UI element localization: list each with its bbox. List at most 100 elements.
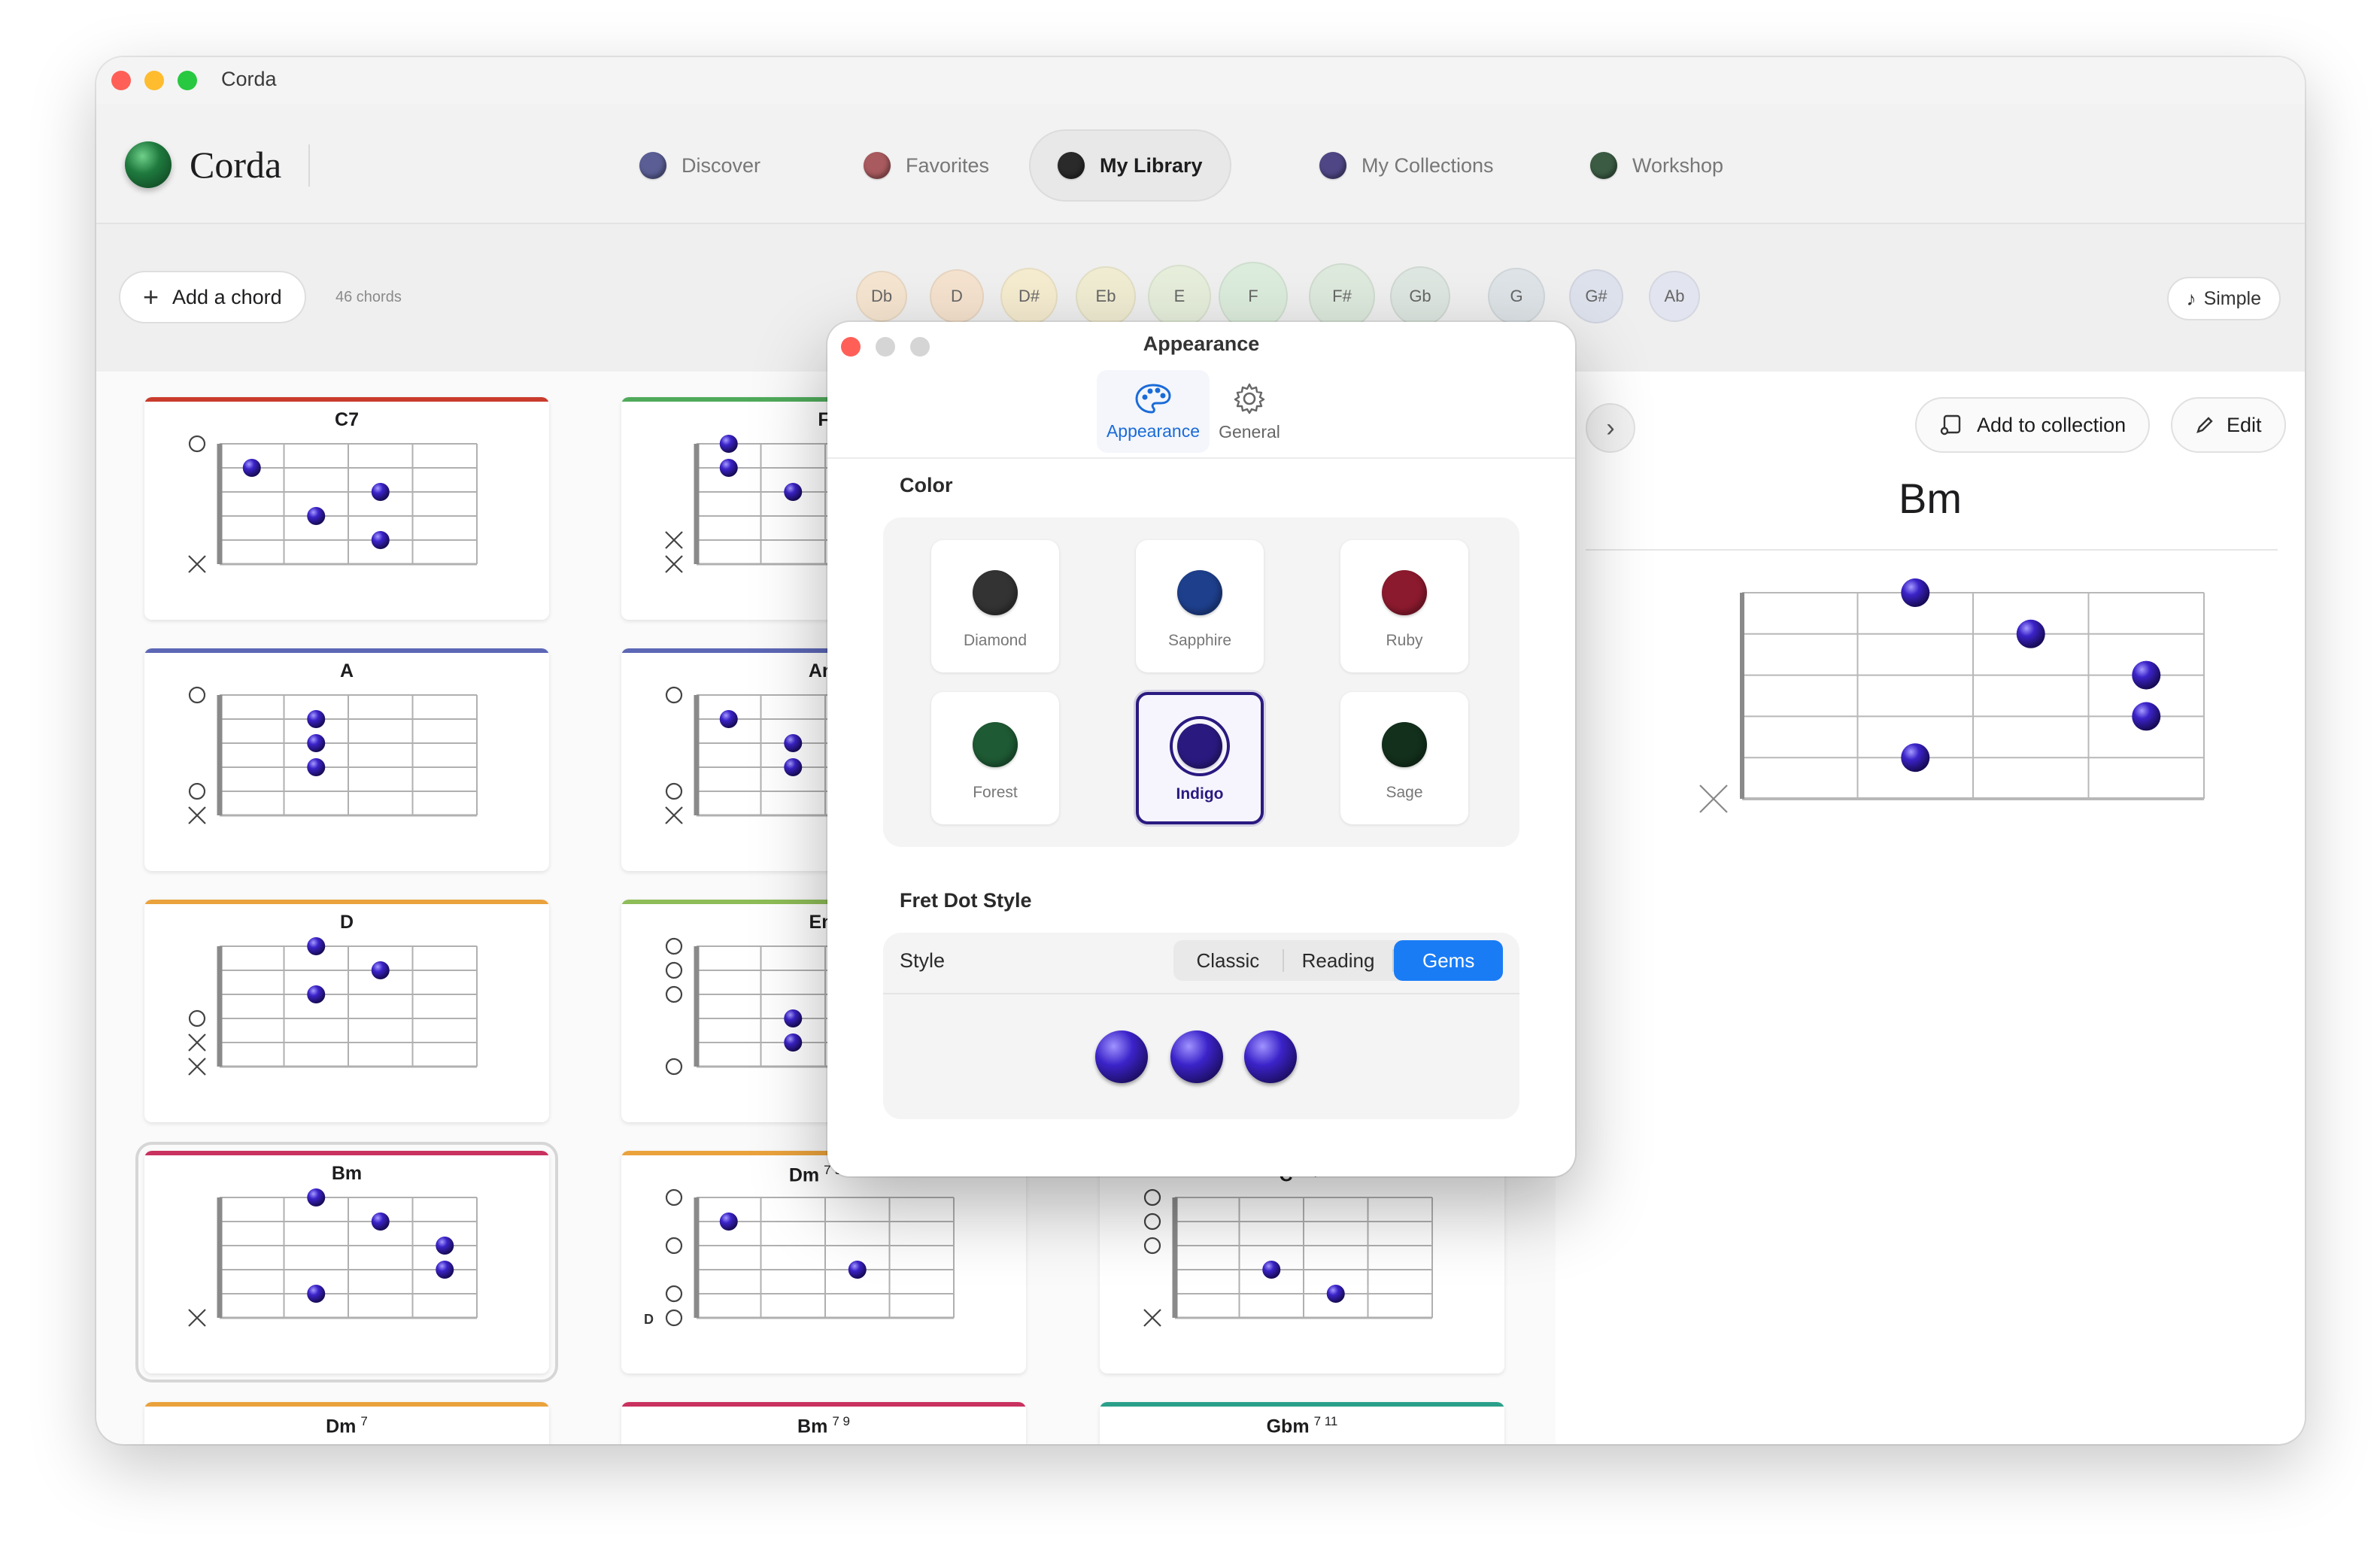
zoom-window-button[interactable] (178, 71, 197, 90)
chord-card[interactable]: Dm7 9 11D (621, 1151, 1026, 1373)
fret-dot (1901, 578, 1930, 607)
chord-card[interactable]: Bm (135, 1142, 558, 1382)
muted-string-marker (1699, 785, 1728, 813)
fret-dot (307, 985, 326, 1003)
key-filter-db[interactable]: Db (856, 271, 907, 322)
chord-diagram (188, 435, 478, 573)
close-window-button[interactable] (111, 71, 131, 90)
style-option-classic[interactable]: Classic (1173, 940, 1283, 981)
chord-card[interactable]: C7 (144, 397, 549, 620)
nav-label: My Collections (1362, 153, 1494, 177)
app-name: Corda (190, 144, 282, 186)
fret-dot (784, 1033, 803, 1052)
color-swatch-sage[interactable]: Sage (1340, 692, 1468, 824)
open-string-marker (1143, 1188, 1161, 1206)
muted-string-marker (665, 806, 683, 824)
chord-card-title: Gbm 7 11 (1100, 1414, 1504, 1437)
chord-diagram (188, 686, 478, 824)
window-title: Corda (221, 68, 277, 90)
key-filter-gb[interactable]: Gb (1390, 266, 1450, 326)
appearance-dialog: Appearance Appearance General Color Diam… (827, 322, 1575, 1176)
header-divider (308, 144, 310, 187)
chord-card[interactable]: D (144, 900, 549, 1122)
chord-card-title: Bm 7 9 (621, 1414, 1026, 1437)
edit-button[interactable]: Edit (2171, 397, 2286, 453)
open-string-marker (665, 1309, 683, 1327)
simple-mode-button[interactable]: ♪ Simple (2166, 277, 2281, 320)
fret-dot (784, 758, 803, 776)
key-filter-g[interactable]: G (1488, 268, 1545, 325)
nav-discover[interactable]: Discover (639, 129, 760, 202)
next-chord-button[interactable]: › (1586, 403, 1635, 453)
card-accent-bar (1100, 1402, 1504, 1407)
dialog-title: Appearance (1143, 332, 1260, 355)
open-string-marker (665, 961, 683, 979)
nav-gem-icon (1058, 152, 1085, 179)
add-chord-button[interactable]: + Add a chord (119, 271, 306, 323)
minimize-window-button[interactable] (144, 71, 164, 90)
nav-workshop[interactable]: Workshop (1590, 129, 1723, 202)
chord-card[interactable]: Gbm 7 11 (1100, 1402, 1504, 1444)
fret-dot (436, 1261, 454, 1279)
add-chord-label: Add a chord (172, 285, 282, 308)
chord-name: Gbm (1266, 1416, 1310, 1437)
key-filter-g-sharp[interactable]: G# (1569, 269, 1623, 323)
chord-count: 46 chords (335, 289, 402, 305)
nav-my-library[interactable]: My Library (1029, 129, 1231, 202)
color-gem-icon (1170, 716, 1230, 776)
key-filter-ab[interactable]: Ab (1649, 271, 1700, 322)
open-string-marker (665, 1058, 683, 1076)
bass-note-label: D (644, 1312, 654, 1327)
nav-favorites[interactable]: Favorites (864, 129, 989, 202)
style-option-gems[interactable]: Gems (1394, 940, 1504, 981)
chord-diagram (188, 937, 478, 1076)
color-swatch-indigo[interactable]: Indigo (1136, 692, 1264, 824)
chord-card[interactable]: Dm 7 (144, 1402, 549, 1444)
fret-dot-style-panel: Style Classic Reading Gems (883, 933, 1519, 1119)
key-filter-eb[interactable]: Eb (1076, 266, 1136, 326)
nav-gem-icon (639, 152, 666, 179)
muted-string-marker (188, 1309, 206, 1327)
muted-string-marker (188, 1033, 206, 1052)
open-string-marker (188, 435, 206, 453)
chord-extension: 7 (360, 1414, 368, 1428)
fret-dot (307, 1285, 326, 1303)
open-string-marker (1143, 1237, 1161, 1255)
key-filter-e[interactable]: E (1148, 265, 1211, 328)
open-string-marker (665, 1237, 683, 1255)
card-accent-bar (144, 1402, 549, 1407)
chord-card[interactable]: A (144, 648, 549, 871)
card-accent-bar (621, 1402, 1026, 1407)
plus-icon: + (143, 281, 159, 312)
fret-dot (371, 483, 390, 501)
chord-diagram (1143, 1188, 1433, 1327)
key-filter-f[interactable]: F (1219, 262, 1288, 331)
open-string-marker (665, 937, 683, 955)
fret-dot (719, 710, 738, 728)
color-swatch-ruby[interactable]: Ruby (1340, 540, 1468, 672)
color-swatch-sapphire[interactable]: Sapphire (1136, 540, 1264, 672)
open-string-marker (188, 782, 206, 800)
key-filter-f-sharp[interactable]: F# (1309, 263, 1375, 329)
key-filter-d-sharp[interactable]: D# (1000, 268, 1058, 325)
color-swatch-diamond[interactable]: Diamond (931, 540, 1059, 672)
add-to-collection-button[interactable]: Add to collection (1915, 397, 2151, 453)
style-label: Style (900, 949, 946, 972)
color-swatch-forest[interactable]: Forest (931, 692, 1059, 824)
tab-general[interactable]: General (1193, 370, 1306, 453)
fret-dot (307, 1188, 326, 1206)
fret-dot (719, 1213, 738, 1231)
style-option-reading[interactable]: Reading (1284, 940, 1393, 981)
chord-card[interactable]: Cmaj7 (1100, 1151, 1504, 1373)
style-segmented-control: Classic Reading Gems (1173, 940, 1504, 981)
palette-icon (1135, 383, 1171, 414)
chord-card[interactable]: Bm 7 9 (621, 1402, 1026, 1444)
key-filter-d[interactable]: D (930, 269, 984, 323)
open-string-marker (665, 1285, 683, 1303)
chord-extension: 7 11 (1313, 1414, 1338, 1428)
fret-dot (307, 710, 326, 728)
open-string-marker (1143, 1213, 1161, 1231)
fret-dot (784, 1009, 803, 1027)
muted-string-marker (1143, 1309, 1161, 1327)
nav-my-collections[interactable]: My Collections (1319, 129, 1494, 202)
